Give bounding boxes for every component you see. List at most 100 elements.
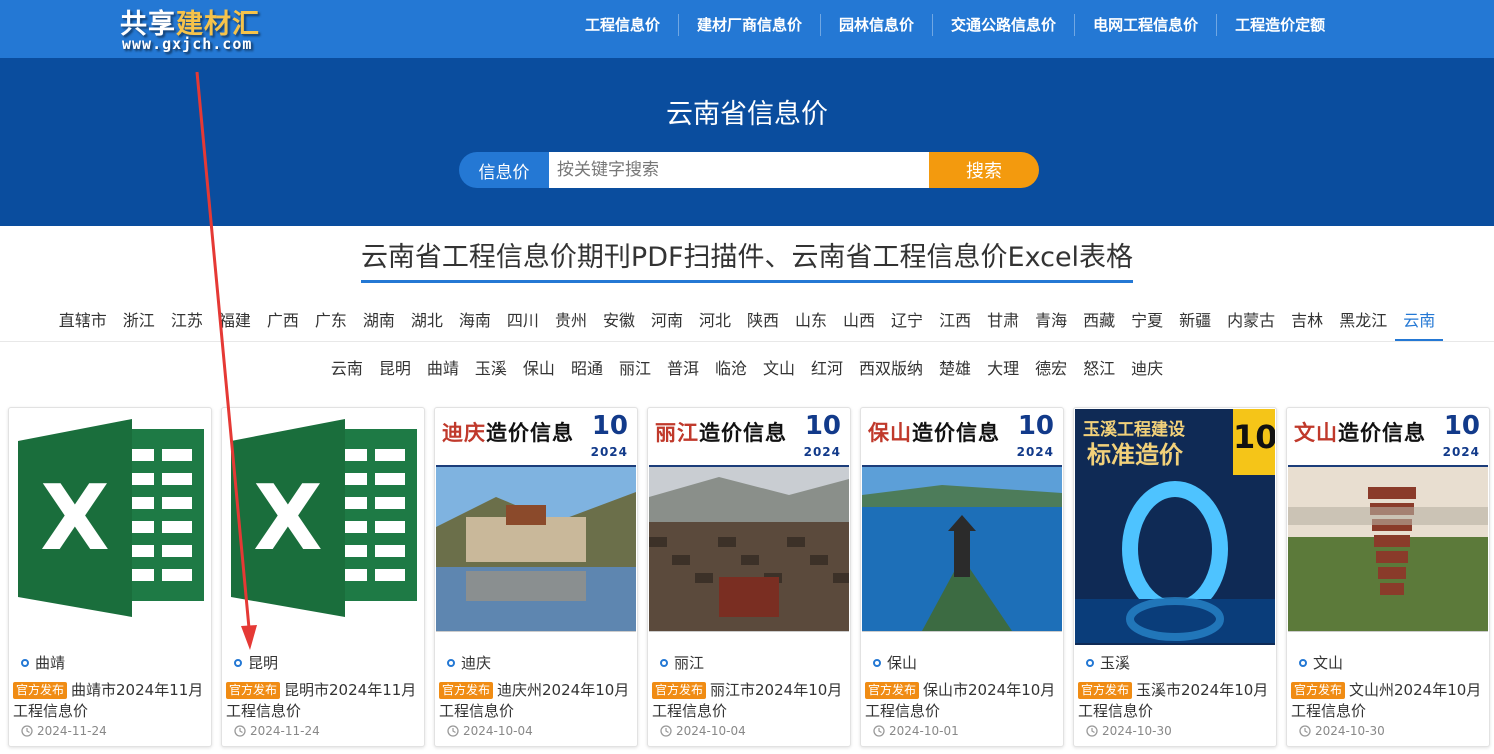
province-link[interactable]: 西藏 [1075,308,1123,341]
city-link[interactable]: 昭通 [563,356,611,382]
nav-item-0[interactable]: 工程信息价 [567,14,678,36]
card-city-tag[interactable]: 迪庆 [447,652,491,673]
province-link[interactable]: 贵州 [547,308,595,341]
province-link[interactable]: 云南 [1395,308,1444,341]
card-city-tag[interactable]: 昆明 [234,652,278,673]
province-link[interactable]: 江苏 [163,308,211,341]
province-link[interactable]: 山西 [835,308,883,341]
city-link[interactable]: 昆明 [371,356,419,382]
province-link[interactable]: 青海 [1027,308,1075,341]
city-link[interactable]: 临沧 [707,356,755,382]
city-link[interactable]: 西双版纳 [851,356,931,382]
province-link[interactable]: 湖北 [403,308,451,341]
card-thumbnail[interactable]: 保山造价信息 10 2024 [862,409,1062,645]
province-link[interactable]: 浙江 [115,308,163,341]
province-link[interactable]: 辽宁 [883,308,931,341]
excel-cell [375,545,405,557]
city-link[interactable]: 怒江 [1075,356,1123,382]
price-card[interactable]: X 曲靖 官方发布 曲靖市2024年11月工程信息价 2024-11-24 [8,407,212,747]
clock-hands [26,728,30,734]
card-title[interactable]: 官方发布 迪庆州2024年10月工程信息价 [439,680,635,722]
card-thumbnail[interactable]: X [10,409,210,645]
clock-icon [1299,725,1311,737]
card-title[interactable]: 官方发布 曲靖市2024年11月工程信息价 [13,680,209,722]
card-city-tag[interactable]: 玉溪 [1086,652,1130,673]
province-link[interactable]: 四川 [499,308,547,341]
city-link[interactable]: 云南 [323,356,371,382]
city-link[interactable]: 保山 [515,356,563,382]
cover-title-main: 标准造价 [1087,441,1183,469]
province-link[interactable]: 海南 [451,308,499,341]
card-thumbnail[interactable]: 玉溪工程建设 标准造价 10 [1075,409,1275,645]
province-link[interactable]: 陕西 [739,308,787,341]
card-city-tag[interactable]: 文山 [1299,652,1343,673]
province-link[interactable]: 湖南 [355,308,403,341]
province-link[interactable]: 河北 [691,308,739,341]
province-link[interactable]: 安徽 [595,308,643,341]
roof-tile [833,573,849,583]
card-date-text: 2024-10-30 [1315,724,1385,738]
official-badge: 官方发布 [652,682,707,699]
city-link[interactable]: 迪庆 [1123,356,1171,382]
card-city-tag[interactable]: 丽江 [660,652,704,673]
nav-item-4[interactable]: 电网工程信息价 [1074,14,1216,36]
card-city-label: 曲靖 [35,654,66,672]
excel-cell [343,545,367,557]
city-skyline [1288,507,1488,525]
card-title[interactable]: 官方发布 昆明市2024年11月工程信息价 [226,680,422,722]
price-card[interactable]: 丽江造价信息 10 2024 丽江官方发布 丽江市2024年10月工程信息价 2024-1… [647,407,851,747]
nav-item-5[interactable]: 工程造价定额 [1216,14,1343,36]
card-thumbnail[interactable]: 文山造价信息 10 2024 [1288,409,1488,645]
province-link[interactable]: 广东 [307,308,355,341]
province-link[interactable]: 河南 [643,308,691,341]
province-link[interactable]: 黑龙江 [1331,308,1395,341]
nav-item-2[interactable]: 园林信息价 [820,14,932,36]
price-card[interactable]: 迪庆造价信息 10 2024 迪庆 官方发布 迪庆州2024年10月工程信息价 2024-1… [434,407,638,747]
price-card[interactable]: 保山造价信息 10 2024 保山官方发布 保山市2024年10月工程信息价 2024-1… [860,407,1064,747]
city-link[interactable]: 普洱 [659,356,707,382]
city-link[interactable]: 曲靖 [419,356,467,382]
province-link[interactable]: 山东 [787,308,835,341]
nav-item-1[interactable]: 建材厂商信息价 [678,14,820,36]
card-thumbnail[interactable]: 迪庆造价信息 10 2024 [436,409,636,645]
search-button[interactable]: 搜索 [929,152,1039,188]
price-card[interactable]: X 昆明 官方发布 昆明市2024年11月工程信息价 2024-11-24 [221,407,425,747]
price-card[interactable]: 文山造价信息 10 2024 文山官方发布 文山州2024年10月工程信息价 2024-1… [1286,407,1490,747]
cover-title: 保山造价信息 [868,417,1000,447]
card-title[interactable]: 官方发布 文山州2024年10月工程信息价 [1291,680,1487,722]
province-link[interactable]: 新疆 [1171,308,1219,341]
city-link[interactable]: 楚雄 [931,356,979,382]
province-link[interactable]: 直辖市 [51,308,115,341]
card-title[interactable]: 官方发布 保山市2024年10月工程信息价 [865,680,1061,722]
province-link[interactable]: 内蒙古 [1219,308,1283,341]
site-logo[interactable]: 共享建材汇 www.gxjch.com [120,2,300,56]
card-date-text: 2024-10-01 [889,724,959,738]
city-link[interactable]: 大理 [979,356,1027,382]
roof-tile [672,555,690,565]
card-thumbnail[interactable]: 丽江造价信息 10 2024 [649,409,849,645]
card-title[interactable]: 官方发布 丽江市2024年10月工程信息价 [652,680,848,722]
city-link[interactable]: 文山 [755,356,803,382]
card-title[interactable]: 官方发布 玉溪市2024年10月工程信息价 [1078,680,1274,722]
city-link[interactable]: 德宏 [1027,356,1075,382]
search-category-tag[interactable]: 信息价 [459,152,549,188]
clock-hands [239,728,243,734]
province-link[interactable]: 江西 [931,308,979,341]
province-link[interactable]: 广西 [259,308,307,341]
price-card[interactable]: 玉溪工程建设 标准造价 10 玉溪 官方发布 玉溪市2024年10月工程信息价 2024-1… [1073,407,1277,747]
card-city-tag[interactable]: 保山 [873,652,917,673]
search-input[interactable] [549,152,929,188]
card-city-tag[interactable]: 曲靖 [21,652,65,673]
city-link[interactable]: 丽江 [611,356,659,382]
province-link[interactable]: 吉林 [1283,308,1331,341]
province-link[interactable]: 宁夏 [1123,308,1171,341]
province-link[interactable]: 甘肃 [979,308,1027,341]
province-link[interactable]: 福建 [211,308,259,341]
card-date-text: 2024-10-04 [676,724,746,738]
card-thumbnail[interactable]: X [223,409,423,645]
nav-item-3[interactable]: 交通公路信息价 [932,14,1074,36]
city-link[interactable]: 红河 [803,356,851,382]
clock-icon [21,725,33,737]
cover-footer [649,631,849,645]
city-link[interactable]: 玉溪 [467,356,515,382]
